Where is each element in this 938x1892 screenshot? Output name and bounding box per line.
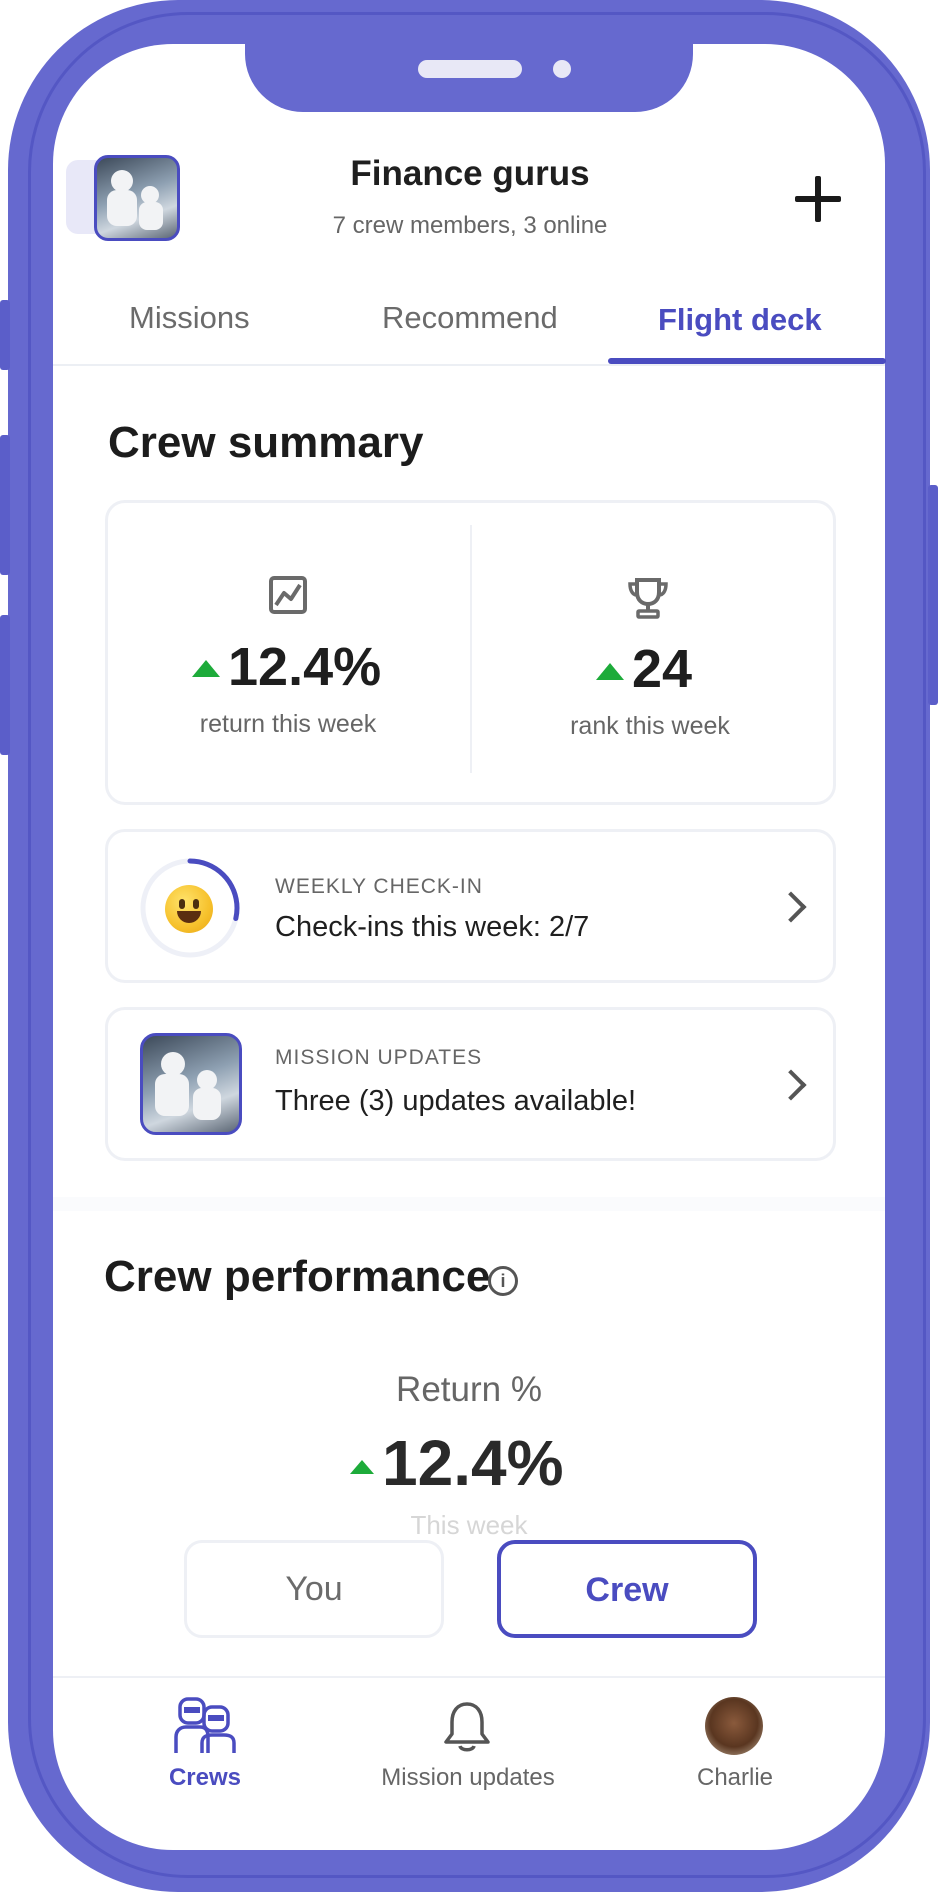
mission-updates-overline: MISSION UPDATES xyxy=(275,1046,483,1069)
side-button-volume-down xyxy=(0,615,10,755)
active-tab-indicator xyxy=(608,358,886,364)
mission-updates-text: Three (3) updates available! xyxy=(275,1085,637,1117)
crew-performance-heading: Crew performance xyxy=(104,1252,491,1301)
section-separator xyxy=(53,1197,885,1211)
crews-icon[interactable] xyxy=(174,1697,236,1755)
nav-crews-label[interactable]: Crews xyxy=(130,1764,280,1792)
chart-icon xyxy=(269,576,307,614)
performance-period: This week xyxy=(410,1510,528,1540)
info-icon[interactable]: i xyxy=(488,1266,518,1296)
rank-value: 24 xyxy=(632,639,693,699)
tab-recommend[interactable]: Recommend xyxy=(382,300,558,336)
smiley-emoji-icon xyxy=(165,885,213,933)
toggle-you-button[interactable]: You xyxy=(184,1540,444,1638)
front-camera xyxy=(553,60,571,78)
trend-up-icon xyxy=(192,660,220,677)
return-value: 12.4% xyxy=(228,637,382,697)
trend-up-icon xyxy=(350,1460,374,1474)
tab-flight-deck[interactable]: Flight deck xyxy=(658,302,822,338)
bell-icon[interactable] xyxy=(442,1700,492,1754)
rank-label: rank this week xyxy=(570,712,730,740)
toggle-crew-button[interactable]: Crew xyxy=(497,1540,757,1638)
side-button-power xyxy=(928,485,938,705)
summary-card-divider xyxy=(470,525,472,773)
profile-avatar[interactable] xyxy=(705,1697,763,1755)
tab-divider xyxy=(53,364,885,366)
mission-thumbnail xyxy=(140,1033,242,1135)
return-label: return this week xyxy=(199,710,377,738)
side-button-volume-up xyxy=(0,435,10,575)
side-button-mute xyxy=(0,300,10,370)
checkin-overline: WEEKLY CHECK-IN xyxy=(275,875,483,898)
performance-metric-label: Return % xyxy=(396,1370,542,1409)
checkin-text: Check-ins this week: 2/7 xyxy=(275,911,590,943)
tab-missions[interactable]: Missions xyxy=(129,300,250,336)
nav-profile-label[interactable]: Charlie xyxy=(660,1764,810,1792)
crew-summary-heading: Crew summary xyxy=(108,418,424,467)
group-avatar[interactable] xyxy=(94,155,180,241)
trend-up-icon xyxy=(596,663,624,680)
trophy-icon xyxy=(628,578,668,619)
speaker xyxy=(418,60,522,78)
group-members-status: 7 crew members, 3 online xyxy=(332,212,608,239)
bottom-nav-divider xyxy=(53,1676,885,1678)
nav-mission-updates-label[interactable]: Mission updates xyxy=(358,1764,578,1792)
notch xyxy=(245,44,693,112)
group-title: Finance gurus xyxy=(350,154,590,193)
add-icon[interactable] xyxy=(795,176,841,222)
performance-metric-value: 12.4% xyxy=(382,1427,564,1499)
